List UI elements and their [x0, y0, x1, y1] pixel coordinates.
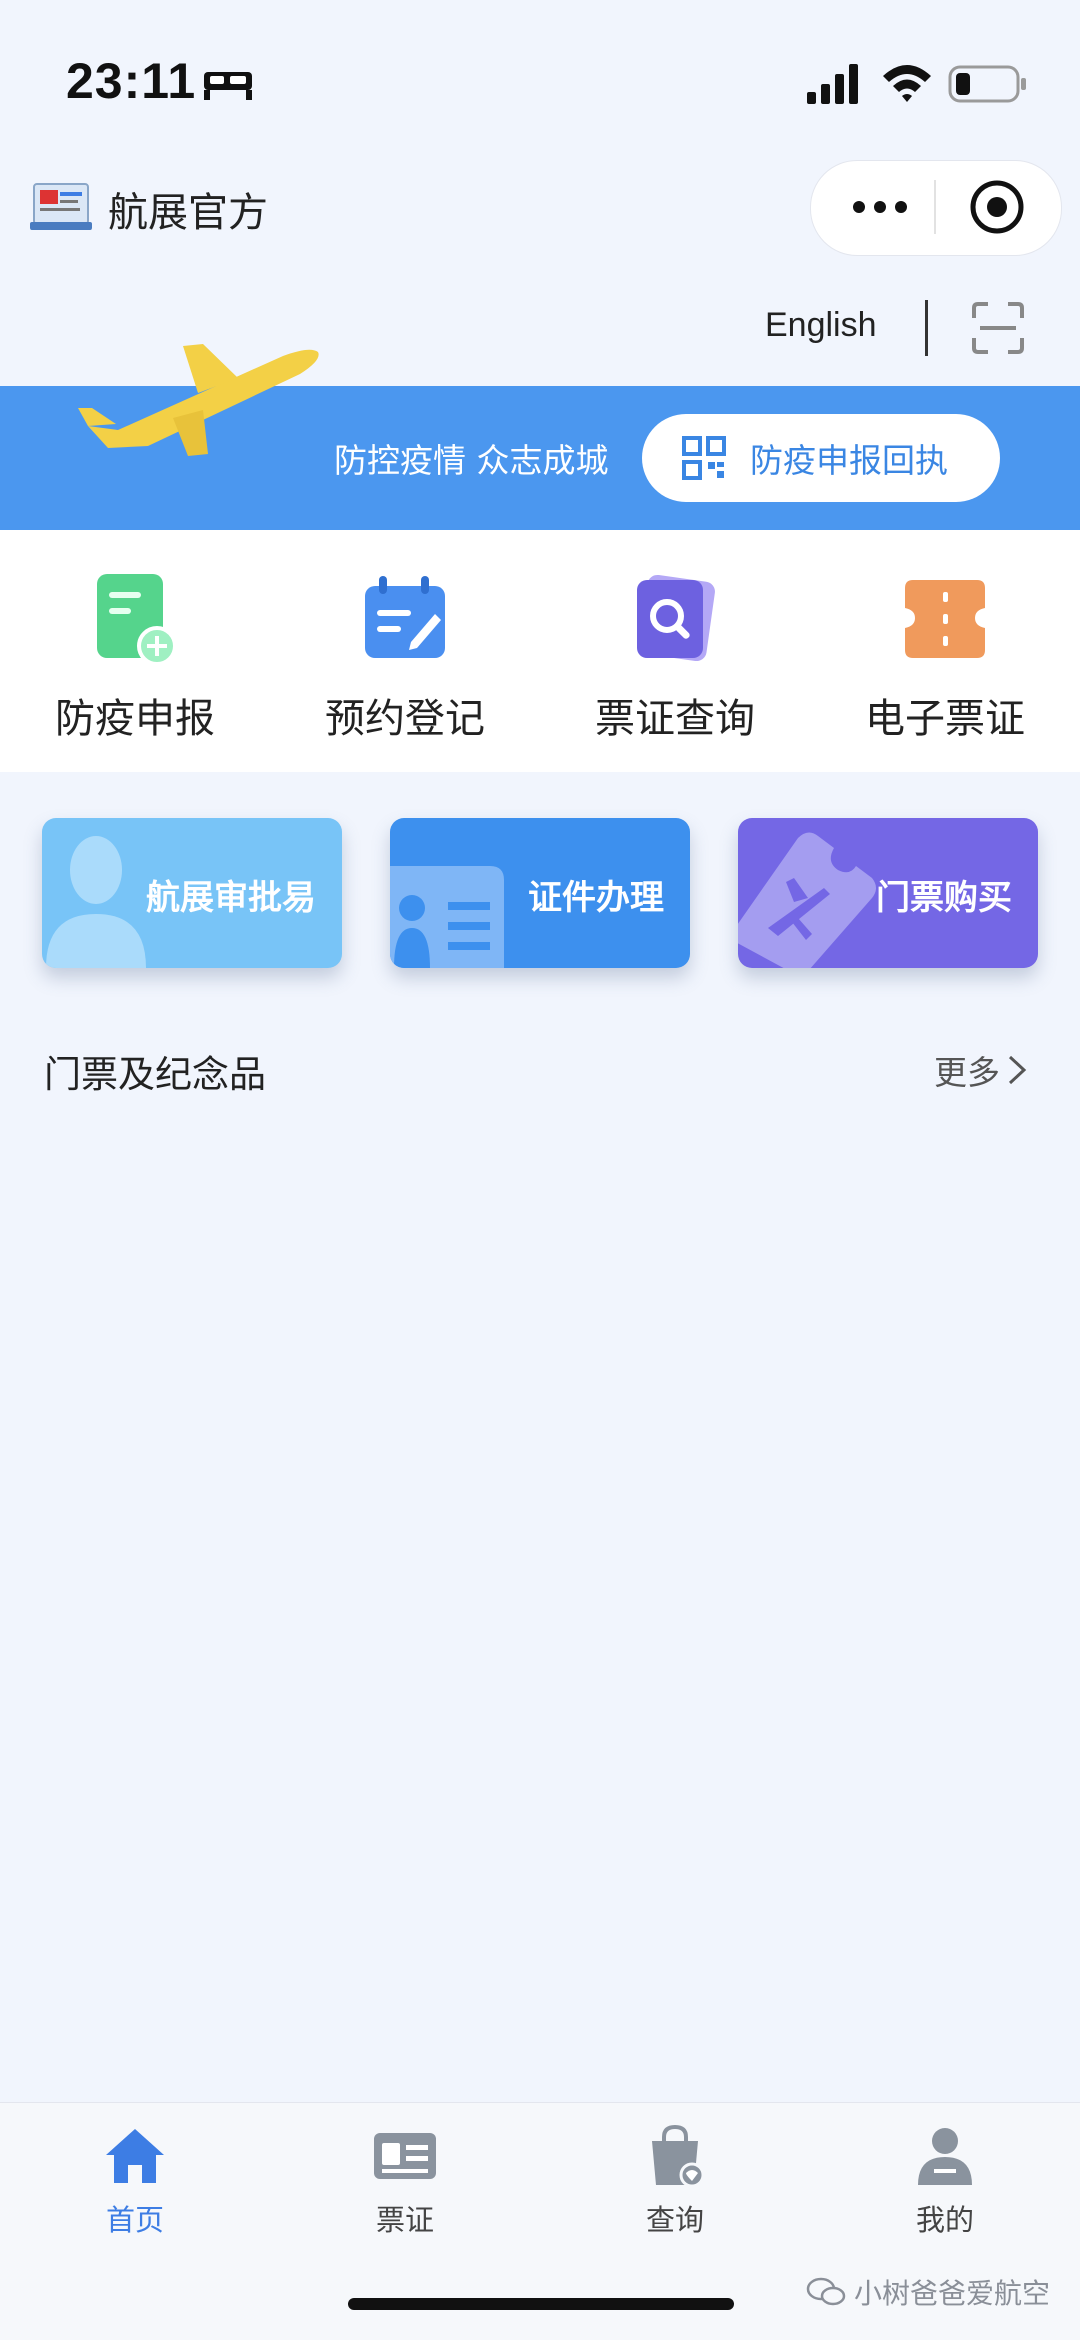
- tab-ticket[interactable]: 票证: [270, 2125, 540, 2239]
- toolbar-divider: [925, 300, 928, 356]
- quick-action-ticket-search[interactable]: 票证查询: [540, 570, 810, 744]
- airshow-logo: [30, 183, 92, 230]
- home-indicator: [348, 2298, 734, 2310]
- quick-action-label: 电子票证: [865, 696, 1025, 742]
- watermark: 小树爸爸爱航空: [806, 2272, 1050, 2312]
- quick-action-e-ticket[interactable]: 电子票证: [810, 570, 1080, 744]
- shopping-bag-icon: [652, 2125, 705, 2187]
- quick-action-label: 防疫申报: [55, 696, 215, 742]
- tab-label: 我的: [915, 2203, 974, 2237]
- tab-label: 首页: [105, 2203, 164, 2237]
- card-approval[interactable]: 航展审批易: [42, 818, 342, 968]
- quick-action-reservation[interactable]: 预约登记: [270, 570, 540, 744]
- wechat-icon: [806, 2277, 846, 2306]
- more-label: 更多: [934, 1053, 1000, 1092]
- app-title: 航展官方: [108, 190, 268, 236]
- chevron-right-icon: [1008, 1055, 1027, 1085]
- close-target-icon[interactable]: [968, 178, 1026, 236]
- tab-mine[interactable]: 我的: [810, 2125, 1080, 2239]
- user-icon: [918, 2128, 972, 2185]
- cellular-signal-icon: [807, 64, 858, 104]
- quick-action-declaration[interactable]: 防疫申报: [0, 570, 270, 744]
- e-ticket-icon: [905, 580, 985, 658]
- card-credential[interactable]: 证件办理: [390, 818, 690, 968]
- more-menu-button[interactable]: [845, 185, 915, 229]
- search-ticket-icon: [637, 574, 715, 662]
- quick-action-label: 预约登记: [325, 696, 485, 742]
- more-dot-icon: [874, 201, 886, 213]
- section-title: 门票及纪念品: [44, 1053, 266, 1096]
- language-switch[interactable]: English: [765, 306, 877, 345]
- quick-action-label: 票证查询: [595, 696, 755, 742]
- qr-code-icon: [682, 436, 726, 480]
- tab-home[interactable]: 首页: [0, 2125, 270, 2239]
- scan-icon[interactable]: [970, 300, 1026, 356]
- card-label: 证件办理: [528, 878, 664, 918]
- id-card-icon: [374, 2133, 436, 2179]
- epidemic-receipt-button[interactable]: 防疫申报回执: [642, 414, 1000, 502]
- sleep-bed-icon: [204, 72, 252, 100]
- more-dot-icon: [895, 201, 907, 213]
- wifi-icon: [883, 65, 931, 102]
- more-dot-icon: [853, 201, 865, 213]
- card-label: 门票购买: [876, 878, 1012, 918]
- capsule-divider: [934, 180, 936, 234]
- tab-label: 票证: [375, 2203, 434, 2237]
- card-label: 航展审批易: [146, 878, 316, 918]
- declaration-add-icon: [97, 574, 177, 666]
- battery-icon: [948, 65, 1026, 103]
- quick-actions-panel: 防疫申报 预约登记 票证查询 电子票证: [0, 530, 1080, 772]
- tab-query[interactable]: 查询: [540, 2125, 810, 2239]
- status-time: 23:11: [66, 53, 197, 109]
- calendar-edit-icon: [365, 576, 445, 658]
- watermark-text: 小树爸爸爱航空: [854, 2277, 1051, 2310]
- home-icon: [106, 2129, 164, 2183]
- banner-slogan: 防控疫情 众志成城: [334, 441, 609, 480]
- airplane-icon: [78, 344, 319, 456]
- more-link[interactable]: 更多: [934, 1046, 1028, 1094]
- card-buy-ticket[interactable]: 门票购买: [738, 818, 1038, 968]
- epidemic-receipt-label: 防疫申报回执: [750, 441, 948, 480]
- tab-label: 查询: [645, 2203, 704, 2237]
